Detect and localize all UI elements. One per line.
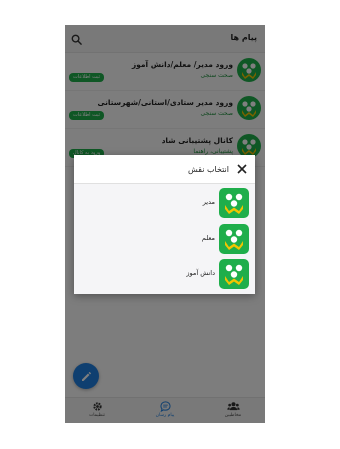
- dialog-title: انتخاب نقش: [187, 165, 229, 174]
- shad-logo-icon: [219, 259, 249, 289]
- role-label: دانش آموز: [186, 269, 215, 277]
- role-option-teacher[interactable]: معلم: [74, 223, 255, 255]
- close-icon[interactable]: [237, 164, 247, 174]
- role-option-student[interactable]: دانش آموز: [74, 258, 255, 290]
- dialog-header: انتخاب نقش: [74, 155, 255, 184]
- shad-logo-icon: [219, 224, 249, 254]
- role-label: مدیر: [202, 198, 215, 206]
- shad-logo-icon: [219, 188, 249, 218]
- role-selection-dialog: انتخاب نقش مدیر معلم دانش آموز: [74, 155, 255, 294]
- role-label: معلم: [201, 234, 215, 242]
- role-option-manager[interactable]: مدیر: [74, 187, 255, 219]
